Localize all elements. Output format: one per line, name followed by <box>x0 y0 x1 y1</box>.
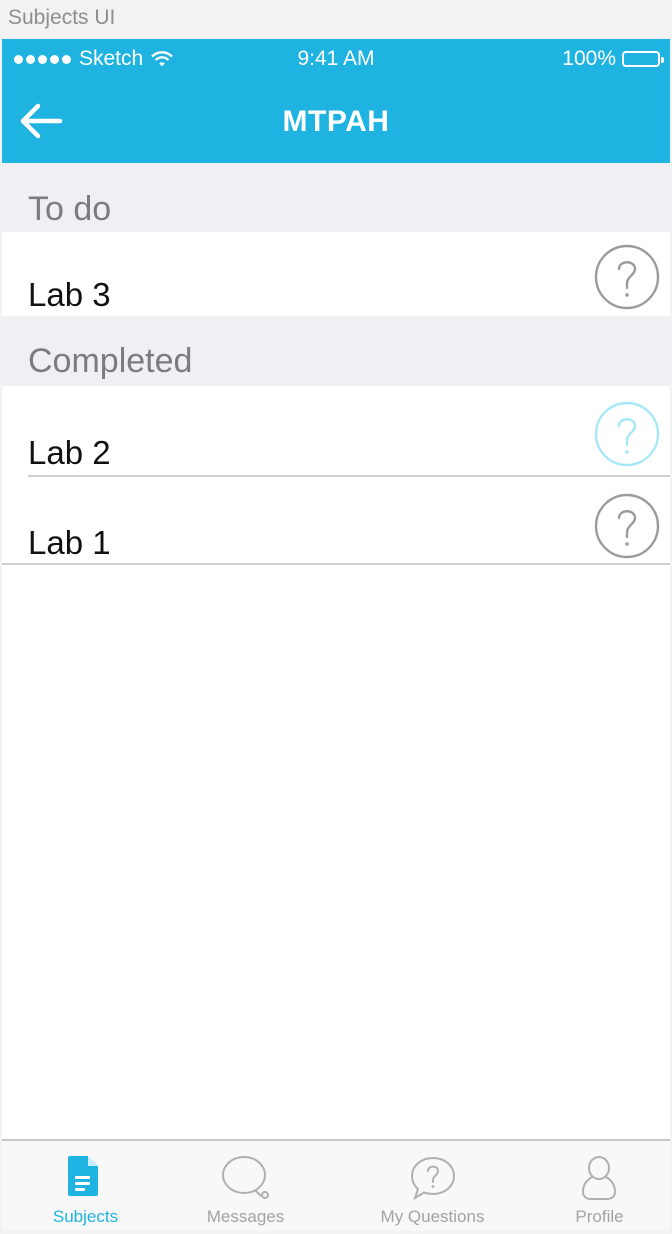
battery-icon <box>622 51 664 67</box>
section-header-todo: To do <box>2 163 670 232</box>
person-icon <box>581 1156 617 1200</box>
document-icon <box>68 1156 98 1196</box>
tab-profile[interactable]: Profile <box>516 1141 670 1231</box>
question-circle-icon[interactable] <box>594 493 660 559</box>
nav-bar: MTPAH <box>2 79 670 163</box>
page-title: MTPAH <box>282 105 390 138</box>
tab-subjects[interactable]: Subjects <box>2 1141 169 1231</box>
battery-percent: 100% <box>562 47 616 70</box>
tab-label: Profile <box>575 1207 624 1226</box>
chat-bubble-icon <box>222 1156 269 1199</box>
section-header-completed: Completed <box>2 316 670 386</box>
tab-label: My Questions <box>380 1207 485 1226</box>
battery-status: 100% <box>562 47 664 71</box>
tab-messages[interactable]: Messages <box>162 1141 329 1231</box>
question-circle-icon[interactable] <box>594 244 660 310</box>
top-bar: Sketch 9:41 AM 100% MTPAH <box>2 39 670 163</box>
tab-label: Messages <box>206 1207 285 1226</box>
status-bar: Sketch 9:41 AM 100% <box>2 39 670 79</box>
list-item-lab-1[interactable]: Lab 1 <box>2 477 670 563</box>
section-header-label: Completed <box>28 342 193 380</box>
list-end-divider <box>2 563 670 565</box>
question-bubble-icon <box>410 1156 456 1201</box>
artboard-label: Subjects UI <box>8 6 116 29</box>
tab-my-questions[interactable]: My Questions <box>349 1141 516 1231</box>
phone-screen: Sketch 9:41 AM 100% MTPAH To do Lab 3 Co… <box>2 39 670 1231</box>
list-item-label: Lab 1 <box>28 524 111 561</box>
list-item-label: Lab 2 <box>28 434 111 471</box>
tab-label: Subjects <box>52 1207 119 1226</box>
list-item-lab-2[interactable]: Lab 2 <box>2 386 670 476</box>
list-item-lab-3[interactable]: Lab 3 <box>2 232 670 316</box>
tab-bar: Subjects Messages My Questions Profile <box>2 1139 670 1231</box>
section-header-label: To do <box>28 190 112 228</box>
list-item-label: Lab 3 <box>28 276 111 313</box>
question-circle-icon[interactable] <box>594 401 660 467</box>
